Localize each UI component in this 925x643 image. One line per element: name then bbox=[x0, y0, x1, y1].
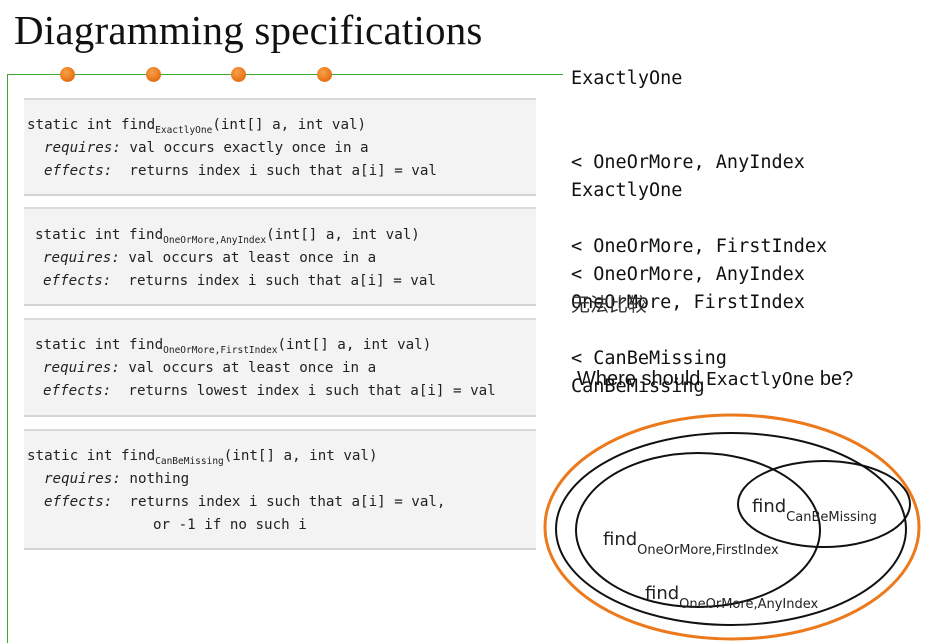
spec-block-can-be-missing: static int findCanBeMissing(int[] a, int… bbox=[24, 429, 536, 550]
spec-subscript: OneOrMore,FirstIndex bbox=[163, 345, 278, 356]
incomparable-note: 无法比较 bbox=[571, 294, 648, 316]
spec-requires: requires: val occurs at least once in a bbox=[43, 250, 377, 266]
spec-effects: effects: returns index i such that a[i] … bbox=[43, 273, 436, 289]
spec-block-one-or-more-any-index: static int findOneOrMore,AnyIndex(int[] … bbox=[24, 207, 536, 306]
bullet-dot-icon bbox=[231, 67, 246, 82]
title-rule-vertical bbox=[7, 74, 8, 643]
spec-subscript: ExactlyOne bbox=[155, 125, 213, 136]
bullet-dot-icon bbox=[146, 67, 161, 82]
spec-signature: static int findOneOrMore,AnyIndex(int[] … bbox=[35, 227, 420, 246]
bullet-dot-icon bbox=[60, 67, 75, 82]
comparison-group-3: OneOrMore, FirstIndex CanBeMissing bbox=[571, 233, 805, 429]
title-rule-horizontal bbox=[7, 74, 563, 75]
spec-signature: static int findExactlyOne(int[] a, int v… bbox=[27, 117, 367, 136]
spec-signature: static int findOneOrMore,FirstIndex(int[… bbox=[35, 337, 432, 356]
slide-title: Diagramming specifications bbox=[14, 7, 483, 53]
question-code: ExactlyOne bbox=[705, 369, 815, 390]
question-text: Where should ExactlyOne be? bbox=[577, 368, 854, 390]
spec-block-exactly-one: static int findExactlyOne(int[] a, int v… bbox=[24, 98, 536, 196]
spec-effects: effects: returns index i such that a[i] … bbox=[44, 163, 437, 179]
spec-signature: static int findCanBeMissing(int[] a, int… bbox=[27, 448, 378, 467]
spec-requires: requires: val occurs exactly once in a bbox=[44, 140, 369, 156]
venn-diagram: findCanBeMissing findOneOrMore,FirstInde… bbox=[543, 413, 921, 641]
comparison-line: ExactlyOne bbox=[571, 68, 683, 89]
spec-subscript: OneOrMore,AnyIndex bbox=[163, 235, 267, 246]
label-can-be-missing: findCanBeMissing bbox=[752, 496, 877, 525]
spec-effects-continuation: or -1 if no such i bbox=[153, 517, 307, 533]
bullet-dot-icon bbox=[317, 67, 332, 82]
spec-effects: effects: returns lowest index i such tha… bbox=[43, 383, 496, 399]
spec-block-one-or-more-first-index: static int findOneOrMore,FirstIndex(int[… bbox=[24, 318, 536, 417]
spec-requires: requires: val occurs at least once in a bbox=[43, 360, 377, 376]
label-first-index: findOneOrMore,FirstIndex bbox=[603, 529, 779, 558]
label-any-index: findOneOrMore,AnyIndex bbox=[645, 583, 818, 612]
spec-subscript: CanBeMissing bbox=[155, 456, 224, 467]
comparison-line: ExactlyOne bbox=[571, 180, 683, 201]
spec-effects: effects: returns index i such that a[i] … bbox=[44, 494, 446, 510]
spec-requires: requires: nothing bbox=[44, 471, 190, 487]
